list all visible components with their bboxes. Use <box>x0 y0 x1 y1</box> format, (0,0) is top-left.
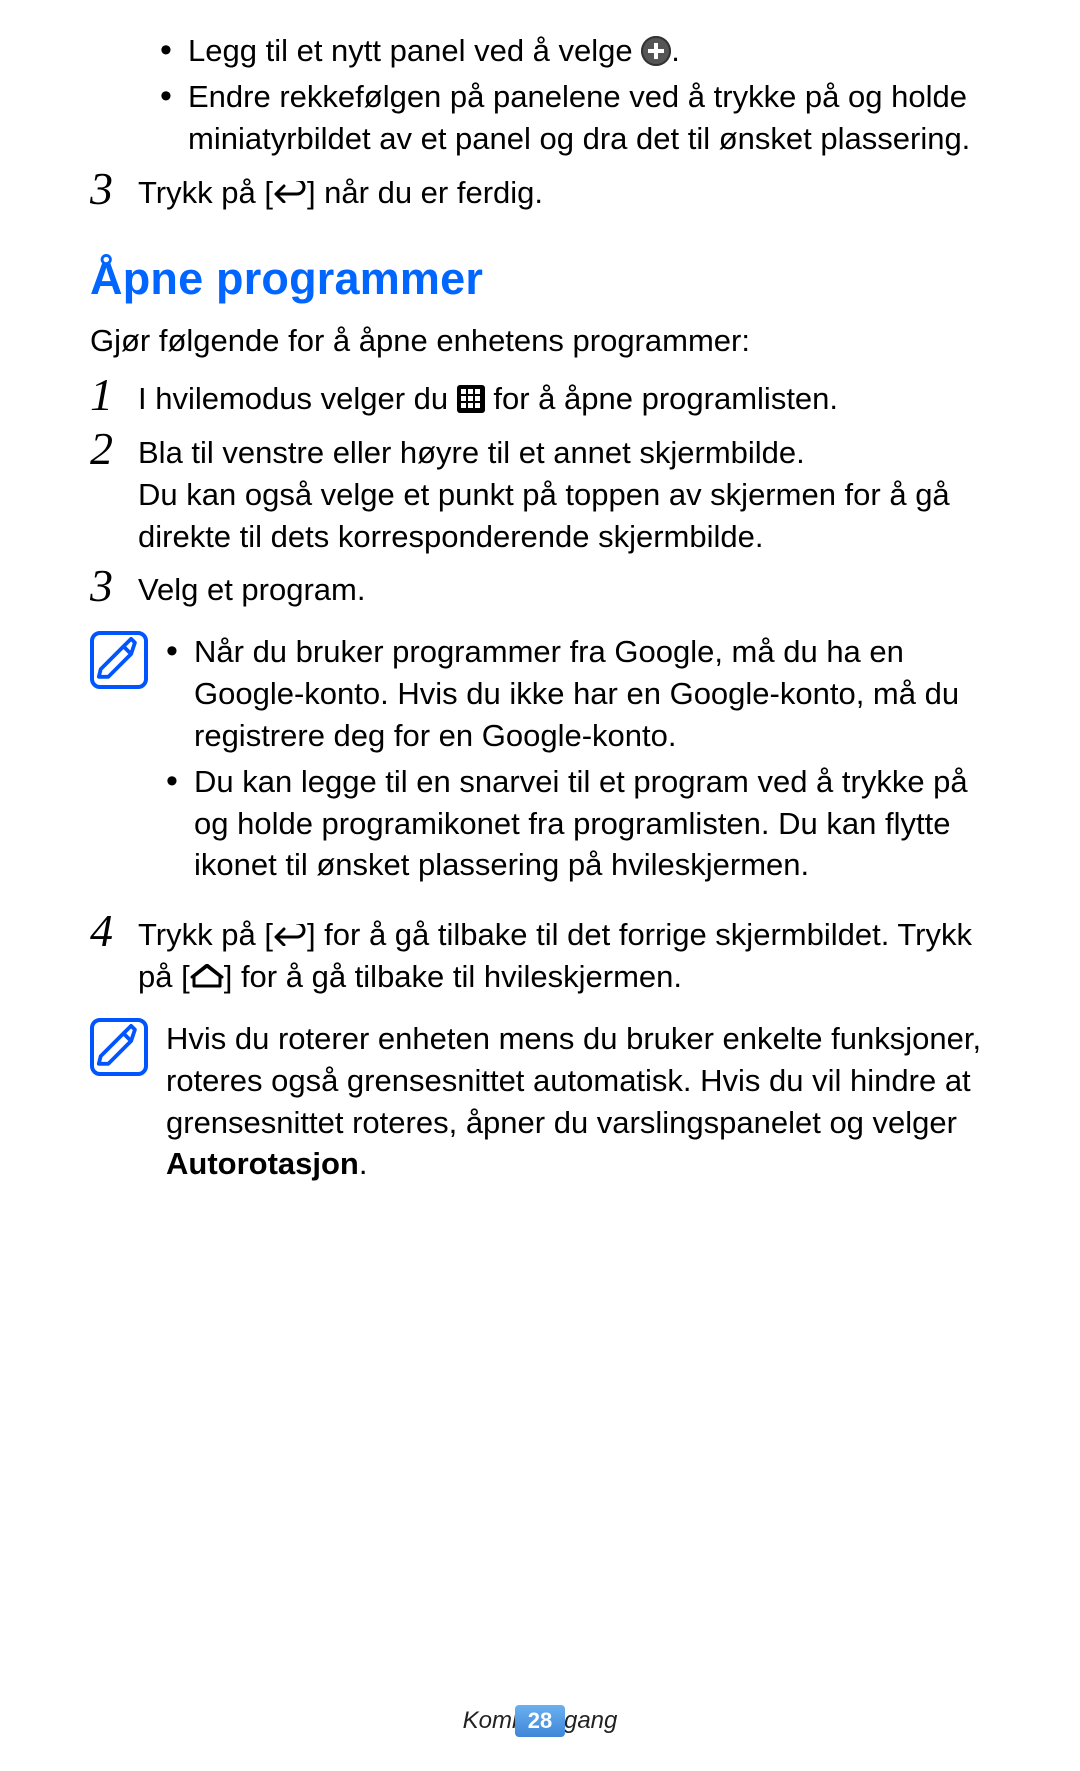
list-item: Endre rekkefølgen på panelene ved å tryk… <box>160 76 990 160</box>
intro-text: Gjør følgende for å åpne enhetens progra… <box>90 320 990 362</box>
step-number: 3 <box>90 166 138 212</box>
step-text: Trykk på [ ] når du er ferdig. <box>138 170 990 214</box>
text: Du kan også velge et punkt på toppen av … <box>138 474 990 558</box>
note-body: Når du bruker programmer fra Google, må … <box>166 631 990 890</box>
list-item: Når du bruker programmer fra Google, må … <box>166 631 990 757</box>
text: I hvilemodus velger du <box>138 381 457 416</box>
list-item: Legg til et nytt panel ved å velge . <box>160 30 990 72</box>
step-number: 3 <box>90 563 138 609</box>
home-icon <box>190 964 224 988</box>
plus-circle-icon <box>641 36 671 66</box>
note-icon <box>90 1018 148 1076</box>
back-arrow-icon <box>273 924 307 946</box>
step-number: 1 <box>90 372 138 418</box>
page-number-badge: 28 <box>515 1705 565 1737</box>
section-heading: Åpne programmer <box>90 249 990 310</box>
list-item: Du kan legge til en snarvei til et progr… <box>166 761 990 887</box>
back-arrow-icon <box>273 181 307 203</box>
text: Trykk på [ <box>138 175 273 210</box>
text: . <box>359 1146 368 1181</box>
text: ] når du er ferdig. <box>307 175 543 210</box>
step-item: 4 Trykk på [] for å gå tilbake til det f… <box>90 912 990 998</box>
step-text: Bla til venstre eller høyre til et annet… <box>138 430 990 558</box>
text: Du kan legge til en snarvei til et progr… <box>194 764 968 883</box>
note-icon <box>90 631 148 689</box>
text: Hvis du roterer enheten mens du bruker e… <box>166 1021 981 1140</box>
page: Legg til et nytt panel ved å velge . End… <box>0 0 1080 1771</box>
step-item: 2 Bla til venstre eller høyre til et ann… <box>90 430 990 558</box>
step-text: Velg et program. <box>138 567 990 611</box>
text: Når du bruker programmer fra Google, må … <box>194 634 959 753</box>
top-bullet-list: Legg til et nytt panel ved å velge . End… <box>160 30 990 160</box>
text: Trykk på [ <box>138 917 273 952</box>
bold-text: Autorotasjon <box>166 1146 359 1181</box>
note-body: Hvis du roterer enheten mens du bruker e… <box>166 1018 990 1185</box>
apps-grid-icon <box>457 385 485 413</box>
step-number: 4 <box>90 908 138 954</box>
text: Legg til et nytt panel ved å velge <box>188 33 641 68</box>
text: for å åpne programlisten. <box>485 381 838 416</box>
step-text: I hvilemodus velger du for å åpne progra… <box>138 376 990 420</box>
step-item: 1 I hvilemodus velger du for å åpne prog… <box>90 376 990 420</box>
note-block: Når du bruker programmer fra Google, må … <box>90 631 990 890</box>
note-block: Hvis du roterer enheten mens du bruker e… <box>90 1018 990 1185</box>
step-number: 2 <box>90 426 138 472</box>
text: Endre rekkefølgen på panelene ved å tryk… <box>188 79 970 156</box>
step-item: 3 Velg et program. <box>90 567 990 611</box>
note-bullet-list: Når du bruker programmer fra Google, må … <box>166 631 990 886</box>
text: Bla til venstre eller høyre til et annet… <box>138 432 990 474</box>
text: . <box>671 33 680 68</box>
step-item: 3 Trykk på [] når du er ferdig. <box>90 170 990 214</box>
step-text: Trykk på [] for å gå tilbake til det for… <box>138 912 990 998</box>
text: ] for å gå tilbake til hvileskjermen. <box>224 959 682 994</box>
page-footer: Komme i gang 28 <box>0 1705 1080 1737</box>
